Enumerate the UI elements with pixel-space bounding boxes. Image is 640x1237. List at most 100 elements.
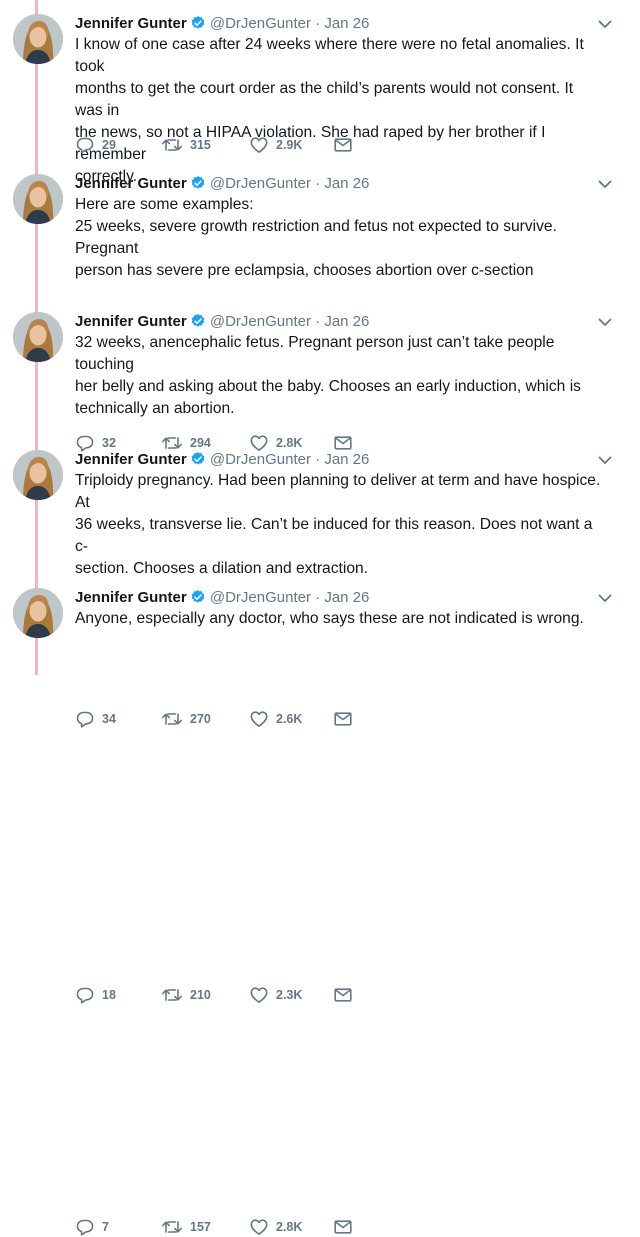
author-name[interactable]: Jennifer Gunter bbox=[75, 451, 187, 468]
retweet-count: 315 bbox=[190, 138, 211, 152]
tweet-text-line: 36 weeks, transverse lie. Can’t be induc… bbox=[75, 516, 593, 555]
tweet-text-line: technically an abortion. bbox=[75, 400, 235, 417]
separator-dot: · bbox=[315, 175, 321, 192]
reply-button[interactable]: 29 bbox=[75, 135, 116, 155]
author-handle[interactable]: @DrJenGunter bbox=[210, 15, 311, 32]
chevron-down-icon[interactable] bbox=[596, 589, 614, 607]
tweet-actions: 29 315 2.9K bbox=[75, 135, 375, 155]
like-icon bbox=[250, 137, 268, 153]
reply-count: 34 bbox=[102, 712, 116, 726]
like-button[interactable]: 2.3K bbox=[249, 985, 302, 1005]
tweet-text-line: I know of one case after 24 weeks where … bbox=[75, 36, 584, 75]
retweet-count: 210 bbox=[190, 988, 211, 1002]
author-name[interactable]: Jennifer Gunter bbox=[75, 15, 187, 32]
chevron-down-icon[interactable] bbox=[596, 313, 614, 331]
tweet-date[interactable]: Jan 26 bbox=[324, 589, 369, 606]
tweet-text-line: Here are some examples: bbox=[75, 196, 254, 213]
tweet-text: Triploidy pregnancy. Had been planning t… bbox=[75, 470, 605, 580]
separator-dot: · bbox=[315, 451, 321, 468]
tweet-text: Anyone, especially any doctor, who says … bbox=[75, 608, 605, 630]
author-handle[interactable]: @DrJenGunter bbox=[210, 589, 311, 606]
reply-button[interactable]: 18 bbox=[75, 985, 116, 1005]
author-handle[interactable]: @DrJenGunter bbox=[210, 175, 311, 192]
direct-message-button[interactable] bbox=[333, 709, 353, 729]
direct-message-button[interactable] bbox=[333, 985, 353, 1005]
tweet-date[interactable]: Jan 26 bbox=[324, 451, 369, 468]
retweet-count: 157 bbox=[190, 1220, 211, 1234]
reply-count: 32 bbox=[102, 436, 116, 450]
avatar[interactable] bbox=[13, 450, 63, 500]
tweet-thread: Jennifer Gunter @DrJenGunter · Jan 26 I … bbox=[0, 0, 640, 1236]
tweet-text-line: Triploidy pregnancy. Had been planning t… bbox=[75, 472, 601, 511]
retweet-count: 294 bbox=[190, 436, 211, 450]
tweet-date[interactable]: Jan 26 bbox=[324, 175, 369, 192]
verified-badge-icon bbox=[191, 452, 205, 465]
author-handle[interactable]: @DrJenGunter bbox=[210, 313, 311, 330]
tweet-text-line: 25 weeks, severe growth restriction and … bbox=[75, 218, 557, 257]
direct-message-button[interactable] bbox=[333, 135, 353, 155]
verified-badge-icon bbox=[191, 590, 205, 603]
separator-dot: · bbox=[315, 589, 321, 606]
retweet-count: 270 bbox=[190, 712, 211, 726]
tweet-text: 32 weeks, anencephalic fetus. Pregnant p… bbox=[75, 332, 605, 420]
retweet-icon bbox=[162, 139, 182, 151]
author-name[interactable]: Jennifer Gunter bbox=[75, 313, 187, 330]
verified-badge-icon bbox=[191, 314, 205, 327]
reply-count: 18 bbox=[102, 988, 116, 1002]
separator-dot: · bbox=[315, 15, 321, 32]
retweet-icon bbox=[162, 1221, 182, 1233]
author-handle[interactable]: @DrJenGunter bbox=[210, 451, 311, 468]
verified-badge-icon bbox=[191, 176, 205, 189]
reply-count: 7 bbox=[102, 1220, 109, 1234]
tweet-header: Jennifer Gunter @DrJenGunter · Jan 26 bbox=[75, 174, 369, 194]
direct-message-icon bbox=[334, 988, 352, 1002]
author-name[interactable]: Jennifer Gunter bbox=[75, 175, 187, 192]
like-icon bbox=[250, 1219, 268, 1235]
reply-button[interactable]: 7 bbox=[75, 1217, 109, 1237]
direct-message-icon bbox=[334, 138, 352, 152]
separator-dot: · bbox=[315, 313, 321, 330]
tweet-actions: 34 270 2.6K bbox=[75, 709, 375, 729]
retweet-icon bbox=[162, 713, 182, 725]
avatar[interactable] bbox=[13, 588, 63, 638]
retweet-button[interactable]: 210 bbox=[161, 985, 211, 1005]
tweet-text-line: section. Chooses a dilation and extracti… bbox=[75, 560, 368, 577]
reply-icon bbox=[76, 711, 94, 728]
tweet-text: I know of one case after 24 weeks where … bbox=[75, 34, 605, 188]
like-count: 2.8K bbox=[276, 436, 303, 450]
author-name[interactable]: Jennifer Gunter bbox=[75, 589, 187, 606]
avatar[interactable] bbox=[13, 14, 63, 64]
like-count: 2.3K bbox=[276, 988, 303, 1002]
reply-count: 29 bbox=[102, 138, 116, 152]
retweet-icon bbox=[162, 989, 182, 1001]
tweet-header: Jennifer Gunter @DrJenGunter · Jan 26 bbox=[75, 14, 369, 34]
chevron-down-icon[interactable] bbox=[596, 451, 614, 469]
avatar[interactable] bbox=[13, 312, 63, 362]
direct-message-icon bbox=[334, 1220, 352, 1234]
reply-button[interactable]: 34 bbox=[75, 709, 116, 729]
like-button[interactable]: 2.9K bbox=[249, 135, 302, 155]
chevron-down-icon[interactable] bbox=[596, 15, 614, 33]
like-count: 2.9K bbox=[276, 138, 303, 152]
tweet-text: Here are some examples: 25 weeks, severe … bbox=[75, 194, 605, 282]
reply-icon bbox=[76, 987, 94, 1004]
like-button[interactable]: 2.8K bbox=[249, 1217, 302, 1237]
tweet-text-line: Anyone, especially any doctor, who says … bbox=[75, 610, 584, 627]
tweet-header: Jennifer Gunter @DrJenGunter · Jan 26 bbox=[75, 588, 369, 608]
like-button[interactable]: 2.6K bbox=[249, 709, 302, 729]
retweet-button[interactable]: 157 bbox=[161, 1217, 211, 1237]
tweet-date[interactable]: Jan 26 bbox=[324, 313, 369, 330]
tweet-text-line: her belly and asking about the baby. Cho… bbox=[75, 378, 581, 395]
tweet-header: Jennifer Gunter @DrJenGunter · Jan 26 bbox=[75, 312, 369, 332]
tweet-date[interactable]: Jan 26 bbox=[324, 15, 369, 32]
like-icon bbox=[250, 987, 268, 1003]
direct-message-button[interactable] bbox=[333, 1217, 353, 1237]
chevron-down-icon[interactable] bbox=[596, 175, 614, 193]
retweet-button[interactable]: 270 bbox=[161, 709, 211, 729]
verified-badge-icon bbox=[191, 16, 205, 29]
tweet-text-line: 32 weeks, anencephalic fetus. Pregnant p… bbox=[75, 334, 555, 373]
direct-message-icon bbox=[334, 712, 352, 726]
avatar[interactable] bbox=[13, 174, 63, 224]
like-count: 2.8K bbox=[276, 1220, 303, 1234]
retweet-button[interactable]: 315 bbox=[161, 135, 211, 155]
